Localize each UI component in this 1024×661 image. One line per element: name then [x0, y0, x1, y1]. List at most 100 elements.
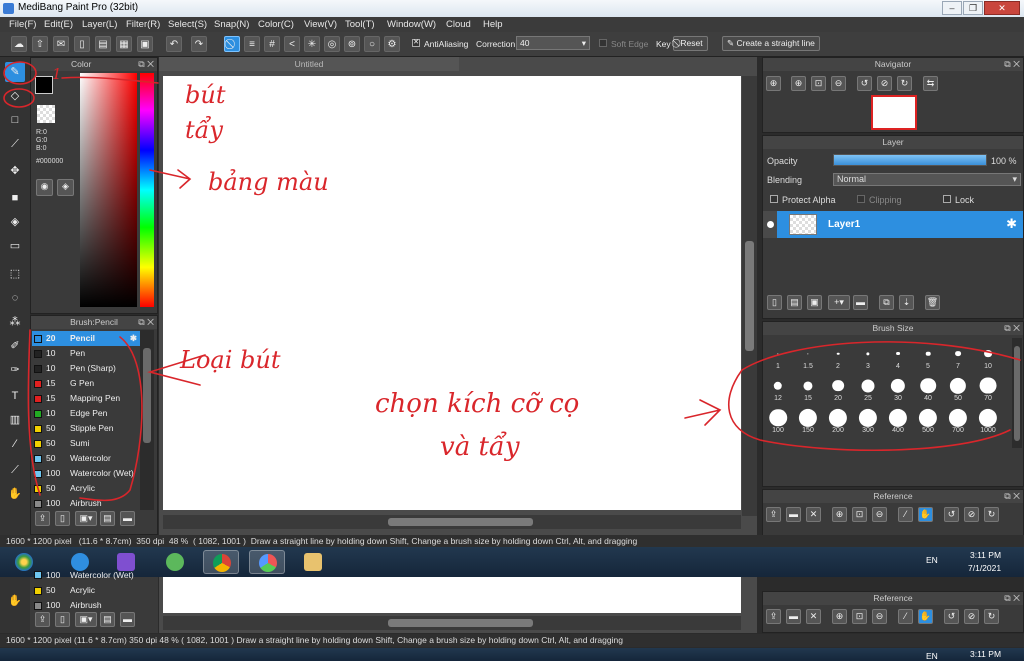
grid-file-icon[interactable]: ▦ [116, 36, 132, 52]
brush-size-option[interactable]: 30 [884, 373, 912, 402]
new-file-icon[interactable]: ▯ [74, 36, 90, 52]
panel-close-icon[interactable]: ⧉ ✕ [138, 58, 154, 71]
eyedropper-icon[interactable]: ⁄ [5, 434, 25, 454]
brush-size-option[interactable]: 12 [764, 373, 792, 402]
menu-view[interactable]: View(V) [304, 19, 337, 30]
gear-icon[interactable]: ✱ [130, 331, 137, 346]
ref-zoom-in-icon[interactable]: ⊕ [832, 507, 847, 522]
blending-select[interactable]: Normal ▾ [833, 173, 1021, 186]
menu-snap[interactable]: Snap(N) [214, 19, 249, 30]
menu-layer[interactable]: Layer(L) [82, 19, 117, 30]
vanishing-snap-icon[interactable]: < [284, 36, 300, 52]
rectangle-fill-icon[interactable]: ■ [5, 188, 25, 208]
ref-upload-icon[interactable]: ⇪ [766, 507, 781, 522]
brush-list-item[interactable]: 100 Watercolor (Wet) [32, 570, 140, 580]
brush-copy-icon[interactable]: ▣▾ [75, 511, 97, 526]
redo-icon[interactable]: ↷ [191, 36, 207, 52]
reset-button[interactable]: ⃠ Reset [673, 36, 708, 51]
brush-list-item[interactable]: 100 Airbrush [32, 598, 140, 613]
navigator-preview[interactable] [871, 95, 917, 130]
brush-size-option[interactable]: 200 [824, 405, 852, 434]
fit-icon[interactable]: ⊡ [811, 76, 826, 91]
trash-icon[interactable]: 🗑 [925, 295, 940, 310]
panel-close-icon[interactable]: ⧉ ✕ [1004, 592, 1020, 605]
brush-size-scrollbar[interactable] [1012, 338, 1022, 448]
layer-new-1bit-icon[interactable]: ▣ [807, 295, 822, 310]
ref-eyedropper-icon[interactable]: ⁄ [898, 609, 913, 624]
background-color-swatch[interactable] [37, 105, 55, 123]
brush-list-item[interactable]: 50 Stipple Pen [32, 421, 140, 436]
lower-canvas-scrollbar[interactable] [163, 616, 741, 630]
brush-size-option[interactable]: 300 [854, 405, 882, 434]
opacity-slider[interactable] [833, 154, 987, 166]
ref-fit-icon[interactable]: ⊡ [852, 609, 867, 624]
canvas-tab[interactable]: Untitled [159, 57, 459, 71]
palette-add-icon[interactable]: ◈ [57, 179, 74, 196]
drawing-canvas[interactable] [163, 76, 741, 510]
brush-list-item[interactable]: 50 Acrylic [32, 481, 140, 496]
eyedropper2-icon[interactable]: ⟋ [5, 460, 25, 480]
gradient-icon[interactable]: ▭ [5, 236, 25, 256]
hand-tool-icon[interactable]: ✋ [5, 484, 25, 504]
protect-alpha-checkbox[interactable] [770, 195, 778, 203]
brush-size-option[interactable]: 20 [824, 373, 852, 402]
create-straight-line-button[interactable]: ✎ Create a straight line [722, 36, 820, 51]
antialiasing-checkbox[interactable]: ✕ [412, 39, 420, 47]
taskbar-medibang[interactable] [249, 550, 285, 574]
lock-checkbox[interactable] [943, 195, 951, 203]
gear-icon[interactable]: ✱ [1006, 216, 1017, 232]
taskbar-chrome[interactable] [203, 550, 239, 574]
brush-size-option[interactable]: 50 [944, 373, 972, 402]
close-button[interactable]: ✕ [984, 1, 1020, 15]
select-pen-icon[interactable]: ✐ [5, 336, 25, 356]
ref-hand-icon[interactable]: ✋ [918, 507, 933, 522]
ref-eyedropper-icon[interactable]: ⁄ [898, 507, 913, 522]
brush-new-icon[interactable]: ▯ [55, 612, 70, 627]
layer-merge-icon[interactable]: ⇣ [899, 295, 914, 310]
brush-size-option[interactable]: 10 [974, 341, 1002, 370]
correction-select[interactable]: 40 ▾ [516, 36, 590, 50]
brush-size-option[interactable]: 40 [914, 373, 942, 402]
language-indicator[interactable]: EN [926, 555, 938, 565]
brush-size-option[interactable]: 100 [764, 405, 792, 434]
saturation-value-picker[interactable] [80, 73, 137, 307]
panel-close-icon[interactable]: ⧉ ✕ [1004, 58, 1020, 71]
snap-off-icon[interactable]: ⃠ [224, 36, 240, 52]
select-eraser-icon[interactable]: ✑ [5, 360, 25, 380]
brush-size-option[interactable]: 500 [914, 405, 942, 434]
menu-cloud[interactable]: Cloud [446, 19, 471, 30]
text-tool-icon[interactable]: T [5, 386, 25, 406]
ref-rotate-reset-icon[interactable]: ⊘ [964, 609, 979, 624]
move-tool-icon[interactable]: ✥ [5, 161, 25, 181]
brush-size-option[interactable]: 15 [794, 373, 822, 402]
brush-settings-icon[interactable]: ▤ [100, 612, 115, 627]
panel-close-icon[interactable]: ⧉ ✕ [1004, 490, 1020, 503]
layer-duplicate-icon[interactable]: ⧉ [879, 295, 894, 310]
menu-select[interactable]: Select(S) [168, 19, 207, 30]
ref-rotate-left-icon[interactable]: ↺ [944, 609, 959, 624]
bucket-icon[interactable]: ◈ [5, 212, 25, 232]
canvas-vertical-scrollbar[interactable] [742, 76, 757, 516]
brush-folder-icon[interactable]: ▬ [120, 511, 135, 526]
brush-size-option[interactable]: 700 [944, 405, 972, 434]
brush-list-item[interactable]: 10 Pen [32, 346, 140, 361]
menu-file[interactable]: File(F) [9, 19, 36, 30]
ref-folder-icon[interactable]: ▬ [786, 507, 801, 522]
panel-close-icon[interactable]: ⧉ ✕ [1004, 322, 1020, 335]
brush-folder-icon[interactable]: ▬ [120, 612, 135, 627]
restore-button[interactable]: ❐ [963, 1, 983, 15]
minimize-button[interactable]: – [942, 1, 962, 15]
panel-close-icon[interactable]: ⧉ ✕ [138, 316, 154, 329]
ref-zoom-out-icon[interactable]: ⊖ [872, 609, 887, 624]
menu-window[interactable]: Window(W) [387, 19, 436, 30]
blur-tool-icon[interactable]: ⟋ [5, 134, 25, 154]
layer-folder-icon[interactable]: ▬ [853, 295, 868, 310]
ref-zoom-in-icon[interactable]: ⊕ [832, 609, 847, 624]
zoom-in-alt-icon[interactable]: ⊕ [791, 76, 806, 91]
brush-list-item[interactable]: 100 Watercolor (Wet) [32, 466, 140, 481]
undo-icon[interactable]: ↶ [166, 36, 182, 52]
hue-slider[interactable] [140, 73, 154, 307]
ref-upload-icon[interactable]: ⇪ [766, 609, 781, 624]
cloud-icon[interactable]: ☁ [11, 36, 27, 52]
ref-close-icon[interactable]: ✕ [806, 609, 821, 624]
